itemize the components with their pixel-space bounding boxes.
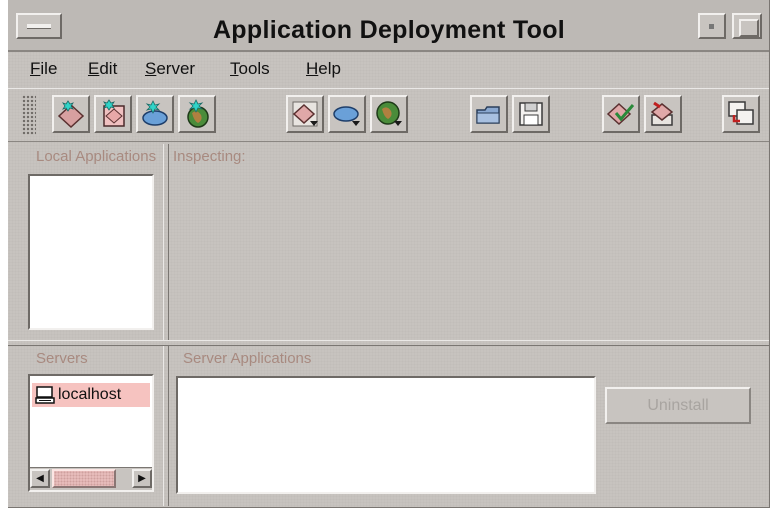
menu-edit-label: dit [99,59,118,78]
verify-button[interactable] [602,95,640,133]
open-button[interactable] [470,95,508,133]
local-applications-tree[interactable] [28,174,154,330]
vertical-splitter-bottom[interactable] [163,346,169,506]
horizontal-splitter[interactable] [8,340,769,346]
update-files-button[interactable] [722,95,760,133]
maximize-button[interactable] [732,13,762,39]
add-component-button[interactable] [328,95,366,133]
scroll-right-icon: ▶ [138,473,146,484]
servers-horizontal-scrollbar[interactable]: ◀ ▶ [30,467,152,490]
menu-edit-mnemonic: E [88,59,100,78]
save-icon [519,102,543,126]
add-web-component-icon [376,101,402,126]
new-ejb-icon [103,99,125,127]
open-folder-icon [476,106,500,124]
menu-file-label: ile [40,59,58,78]
menu-tools-mnemonic: T [230,59,239,78]
servers-label: Servers [36,350,88,367]
add-component-icon [333,106,360,126]
scroll-left-icon: ◀ [36,473,44,484]
computer-icon [35,386,55,404]
server-name: localhost [58,386,122,403]
scroll-left-button[interactable]: ◀ [30,469,50,488]
menu-help-label: elp [318,59,341,78]
menu-file[interactable]: File [30,59,57,79]
add-application-button[interactable] [286,95,324,133]
window-title: Application Deployment Tool [212,16,566,44]
deploy-icon [650,101,674,126]
menu-bar: File Edit Server Tools Help [8,56,769,84]
server-applications-label: Server Applications [183,350,312,367]
menu-help-mnemonic: H [306,59,319,78]
title-bar[interactable]: Application Deployment Tool [8,0,769,52]
minimize-button[interactable] [698,13,726,39]
minimize-icon [709,24,714,29]
uninstall-button[interactable]: Uninstall [605,387,751,424]
vertical-splitter-top[interactable] [163,144,169,340]
servers-list[interactable]: localhost ◀ ▶ [28,374,154,492]
add-web-component-button[interactable] [370,95,408,133]
new-web-component-icon [187,99,209,128]
new-application-icon [57,100,85,129]
new-component-button[interactable] [136,95,174,133]
menu-help[interactable]: Help [306,59,341,79]
maximize-icon [739,19,759,37]
menu-file-mnemonic: F [30,59,41,78]
menu-tools-label: ools [238,59,270,78]
menu-server-label: erver [156,59,196,78]
server-applications-list[interactable] [176,376,596,494]
inspecting-label: Inspecting: [173,148,246,165]
verify-icon [606,102,635,126]
new-application-button[interactable] [52,95,90,133]
menu-server-mnemonic: S [145,59,157,78]
new-component-icon [142,100,168,126]
update-files-icon [728,101,754,125]
menu-edit[interactable]: Edit [88,59,117,79]
application-window: Application Deployment Tool File Edit Se… [8,0,770,508]
toolbar [8,88,769,142]
new-ejb-button[interactable] [94,95,132,133]
local-applications-label: Local Applications [36,148,157,165]
scroll-right-button[interactable]: ▶ [132,469,152,488]
server-item-localhost[interactable]: localhost [32,383,150,407]
menu-tools[interactable]: Tools [230,59,270,79]
new-web-component-button[interactable] [178,95,216,133]
save-button[interactable] [512,95,550,133]
add-application-icon [292,101,318,127]
menu-server[interactable]: Server [145,59,195,79]
scroll-thumb[interactable] [52,469,116,488]
toolbar-grip[interactable] [22,95,36,135]
deploy-button[interactable] [644,95,682,133]
